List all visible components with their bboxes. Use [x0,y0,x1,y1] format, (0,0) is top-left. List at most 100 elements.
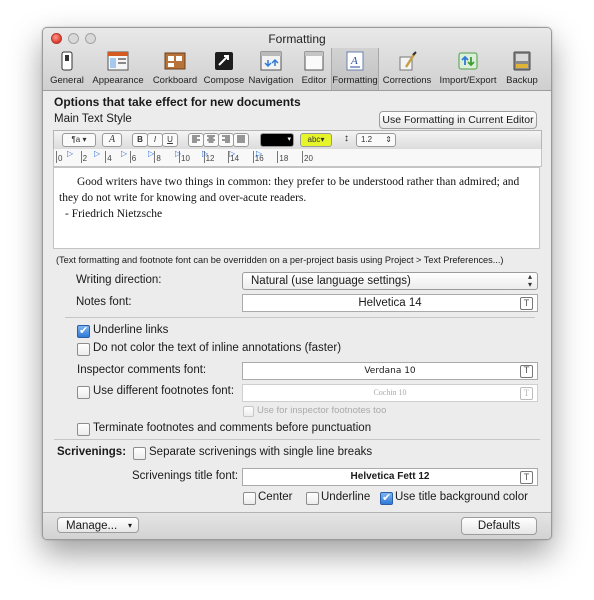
formatting-icon: A [343,50,367,72]
font-button[interactable]: A [102,133,122,147]
sample-text-line-1: Good writers have two things in common: … [77,176,520,188]
font-panel-icon[interactable]: T [520,297,533,310]
ruler-number: 10 [181,154,190,163]
different-footnotes-label: Use different footnotes font: [93,385,235,397]
override-note: (Text formatting and footnote font can b… [56,255,504,265]
use-formatting-in-current-editor-button[interactable]: Use Formatting in Current Editor [379,111,537,129]
inspector-comments-font-label: Inspector comments font: [77,364,207,376]
ruler-tick [277,151,279,163]
bold-button[interactable]: B [132,133,148,147]
toolbar-navigation[interactable]: Navigation [245,48,297,90]
text-color-well[interactable]: ▾ [260,133,294,147]
align-justify-button[interactable] [233,133,249,147]
toolbar-general[interactable]: General [45,48,89,90]
chevron-down-icon: ▾ [127,521,132,530]
ruler-number: 6 [131,154,137,163]
ruler-tick [129,151,131,163]
toolbar-corrections[interactable]: Corrections [379,48,435,90]
underline-links-checkbox[interactable] [77,324,90,338]
tab-stop-marker[interactable]: ▷ [67,149,73,158]
no-color-inline-label: Do not color the text of inline annotati… [93,342,342,354]
tab-stop-marker[interactable]: ▷ [229,149,235,158]
corkboard-icon [163,50,187,72]
tab-stop-marker[interactable]: ▷ [94,149,100,158]
defaults-button[interactable]: Defaults [461,517,537,535]
toolbar-import-export[interactable]: Import/Export [435,48,501,90]
tab-stop-marker[interactable]: ▷ [121,149,127,158]
divider [54,439,540,440]
center-title-checkbox[interactable] [243,492,256,505]
compose-icon [212,50,236,72]
scrivenings-label: Scrivenings: [57,446,127,458]
scrivenings-title-font-label: Scrivenings title font: [132,470,239,482]
ruler-tick [105,151,107,163]
ruler-number: 0 [58,154,63,163]
tab-stop-marker[interactable]: ▷ [256,149,262,158]
window-title: Formatting [268,32,326,46]
section-heading: Options that take effect for new documen… [54,95,301,109]
underline-title-checkbox[interactable] [306,492,319,505]
editor-icon [302,50,326,72]
toolbar-compose[interactable]: Compose [203,48,245,90]
tab-stop-marker[interactable]: ▷ [148,149,154,158]
backup-icon [510,50,534,72]
ruler-tick [302,151,303,163]
align-right-icon [222,135,230,143]
toolbar-backup[interactable]: Backup [501,48,543,90]
toolbar-corkboard[interactable]: Corkboard [147,48,203,90]
ruler-number: 4 [107,154,112,163]
title-background-color-checkbox[interactable] [380,491,393,505]
navigation-icon [259,50,283,72]
format-bar: ¶a ▾ A B I U ▾ abc▾ ↕ 1.2 ⇕ [53,130,542,150]
manage-popup-button[interactable]: Manage... ▾ [57,517,139,533]
center-title-label: Center [258,491,293,503]
separate-scrivenings-checkbox[interactable] [133,447,146,460]
paragraph-style-menu[interactable]: ¶a ▾ [62,133,96,147]
scrivenings-title-font-field[interactable]: Helvetica Fett 12 T [242,468,538,486]
formatting-pane: Options that take effect for new documen… [43,91,551,539]
sample-text-editor[interactable]: Good writers have two things in common: … [53,167,540,249]
divider [65,317,535,318]
notes-font-label: Notes font: [76,296,132,308]
inspector-comments-font-field[interactable]: Verdana 10 T [242,362,538,380]
ruler: 0 2 4 6 8 10 12 14 16 18 20 ▷ ▷ ▷ ▷ ▷ ▷ ▷ ▷ [53,149,542,167]
corrections-icon [395,50,419,72]
main-text-style-label: Main Text Style [54,113,132,125]
align-left-icon [192,135,200,143]
terminate-footnotes-label: Terminate footnotes and comments before … [93,422,372,434]
title-background-color-label: Use title background color [395,491,528,503]
svg-text:A: A [350,55,358,67]
no-color-inline-checkbox[interactable] [77,343,90,356]
inspector-footnotes-too-checkbox [243,406,254,417]
different-footnotes-checkbox[interactable] [77,386,90,399]
font-panel-icon[interactable]: T [520,471,533,484]
line-spacing-icon: ↕ [344,133,349,144]
terminate-footnotes-checkbox[interactable] [77,423,90,436]
line-spacing-stepper[interactable]: 1.2 ⇕ [356,133,396,147]
writing-direction-label: Writing direction: [76,274,162,286]
titlebar: Formatting General Appearance Corkboard … [43,28,551,91]
toolbar-editor[interactable]: Editor [297,48,331,90]
tab-stop-marker[interactable]: ▷ [175,149,181,158]
underline-button[interactable]: U [162,133,178,147]
ruler-tick [252,151,254,163]
ruler-number: 2 [82,154,88,163]
ruler-tick [154,151,156,163]
highlight-color-well[interactable]: abc▾ [300,133,332,147]
ruler-number: 18 [279,154,289,163]
align-left-button[interactable] [188,133,204,147]
sample-text-line-2: they do not write for knowing and over-a… [59,192,307,204]
align-center-button[interactable] [203,133,219,147]
toolbar-formatting[interactable]: A Formatting [331,48,379,90]
font-panel-icon[interactable]: T [520,365,533,378]
preferences-window: Formatting General Appearance Corkboard … [42,27,552,540]
toolbar-appearance[interactable]: Appearance [89,48,147,90]
notes-font-field[interactable]: Helvetica 14 T [242,294,538,312]
writing-direction-select[interactable]: Natural (use language settings) ▴ ▾ [242,272,538,290]
underline-links-label: Underline links [93,324,169,336]
tab-stop-marker[interactable]: ▷ [202,149,208,158]
align-right-button[interactable] [218,133,234,147]
separate-scrivenings-label: Separate scrivenings with single line br… [149,446,373,458]
ruler-number: 20 [304,154,313,163]
italic-button[interactable]: I [147,133,163,147]
